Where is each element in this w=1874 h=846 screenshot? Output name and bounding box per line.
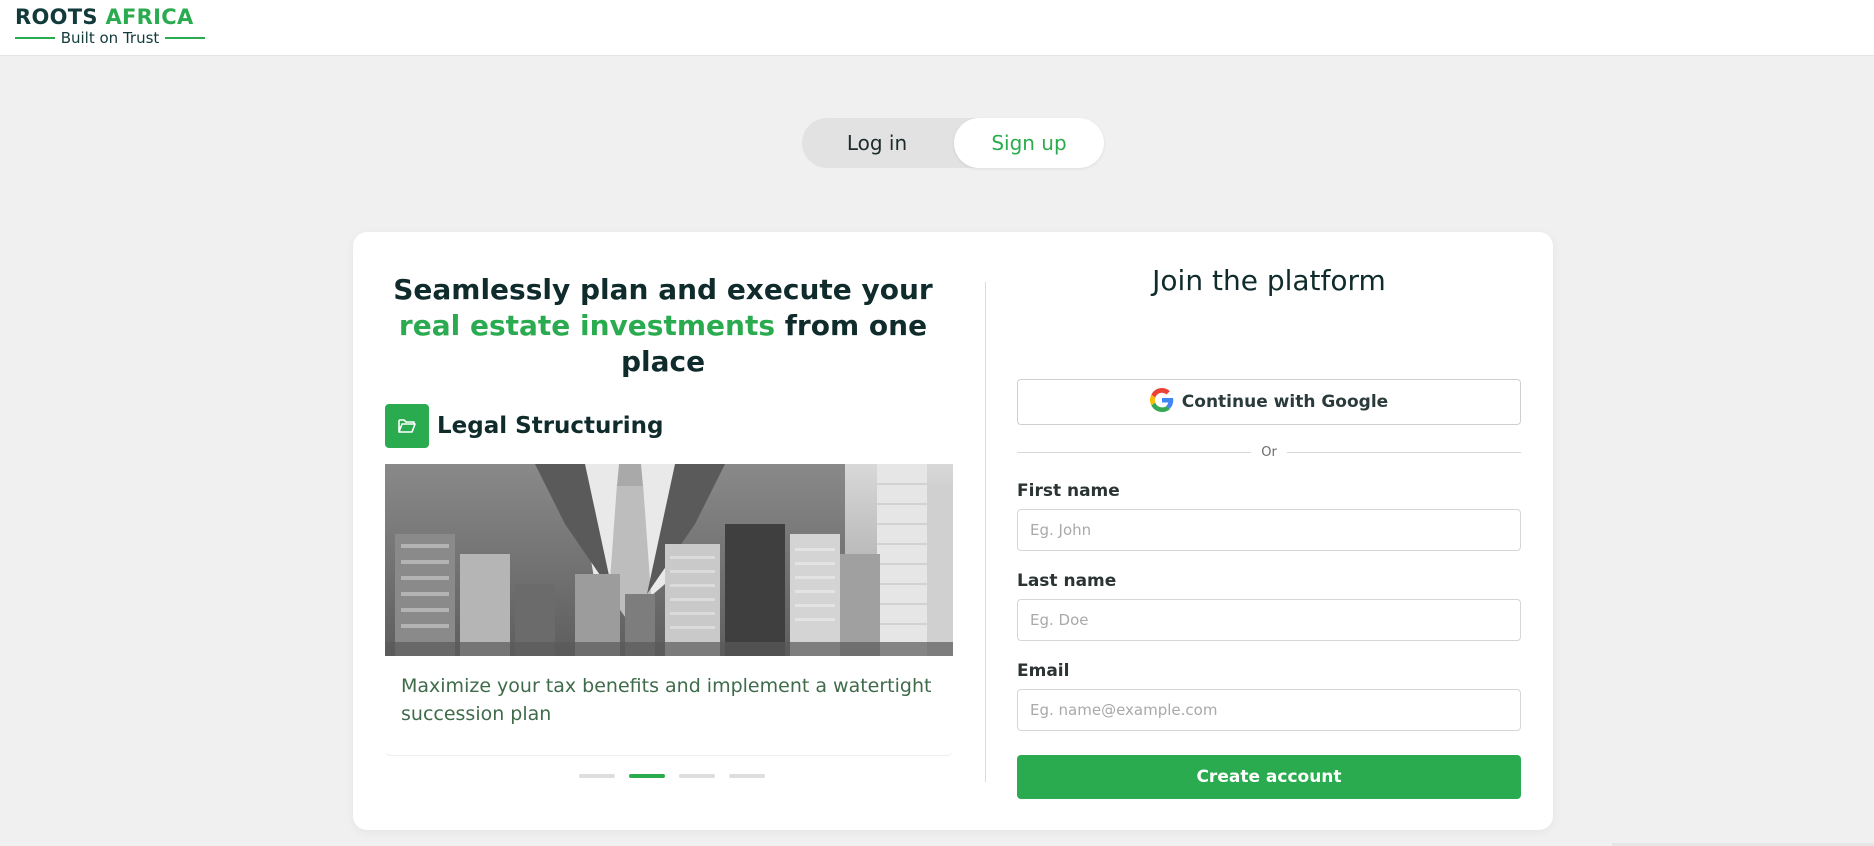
vertical-divider <box>985 282 986 782</box>
last-name-label: Last name <box>1017 571 1117 591</box>
google-icon <box>1149 388 1174 416</box>
email-label: Email <box>1017 661 1070 681</box>
carousel-dot-3[interactable] <box>679 774 715 778</box>
folder-open-icon <box>385 404 429 448</box>
email-input[interactable] <box>1017 689 1521 731</box>
separator-text: Or <box>1261 444 1277 460</box>
carousel-dot-4[interactable] <box>729 774 765 778</box>
tab-log-in[interactable]: Log in <box>802 118 952 168</box>
last-name-input[interactable] <box>1017 599 1521 641</box>
carousel-indicators <box>579 774 765 778</box>
google-button-label: Continue with Google <box>1181 392 1389 412</box>
or-separator: Or <box>1017 442 1522 462</box>
first-name-label: First name <box>1017 481 1120 501</box>
slide-title: Legal Structuring <box>437 413 664 439</box>
cityscape-businessman-image <box>385 464 953 656</box>
headline-highlight: real estate investments <box>398 309 775 342</box>
logo-name-part1: ROOTS <box>15 5 98 29</box>
continue-with-google-button[interactable]: Continue with Google <box>1017 379 1521 425</box>
slide-description: Maximize your tax benefits and implement… <box>401 675 932 725</box>
promo-headline: Seamlessly plan and execute your real es… <box>383 272 943 380</box>
headline-part1: Seamlessly plan and execute your <box>393 273 933 306</box>
logo-name-part2: AFRICA <box>105 5 194 29</box>
logo-tagline-row: Built on Trust <box>15 30 205 46</box>
carousel-dot-1[interactable] <box>579 774 615 778</box>
top-bar: ROOTS AFRICA Built on Trust <box>0 0 1874 56</box>
logo-title: ROOTS AFRICA <box>15 5 205 29</box>
roots-africa-logo[interactable]: ROOTS AFRICA Built on Trust <box>15 5 205 46</box>
slide-text-box: Maximize your tax benefits and implement… <box>385 656 953 756</box>
carousel-dot-2[interactable] <box>629 774 665 778</box>
tagline-line-right <box>165 37 205 39</box>
separator-line-right <box>1286 451 1522 453</box>
tab-sign-up[interactable]: Sign up <box>954 118 1104 168</box>
feature-slide: Legal Structuring Maximize your tax bene… <box>385 404 953 756</box>
create-account-button[interactable]: Create account <box>1017 755 1521 799</box>
separator-line-left <box>1017 451 1252 453</box>
first-name-input[interactable] <box>1017 509 1521 551</box>
tagline-line-left <box>15 37 55 39</box>
auth-toggle: Log in Sign up <box>802 118 1104 168</box>
logo-tagline: Built on Trust <box>60 29 160 47</box>
slide-header: Legal Structuring <box>385 404 663 448</box>
signup-card: Seamlessly plan and execute your real es… <box>353 232 1553 830</box>
form-title: Join the platform <box>1152 264 1386 297</box>
